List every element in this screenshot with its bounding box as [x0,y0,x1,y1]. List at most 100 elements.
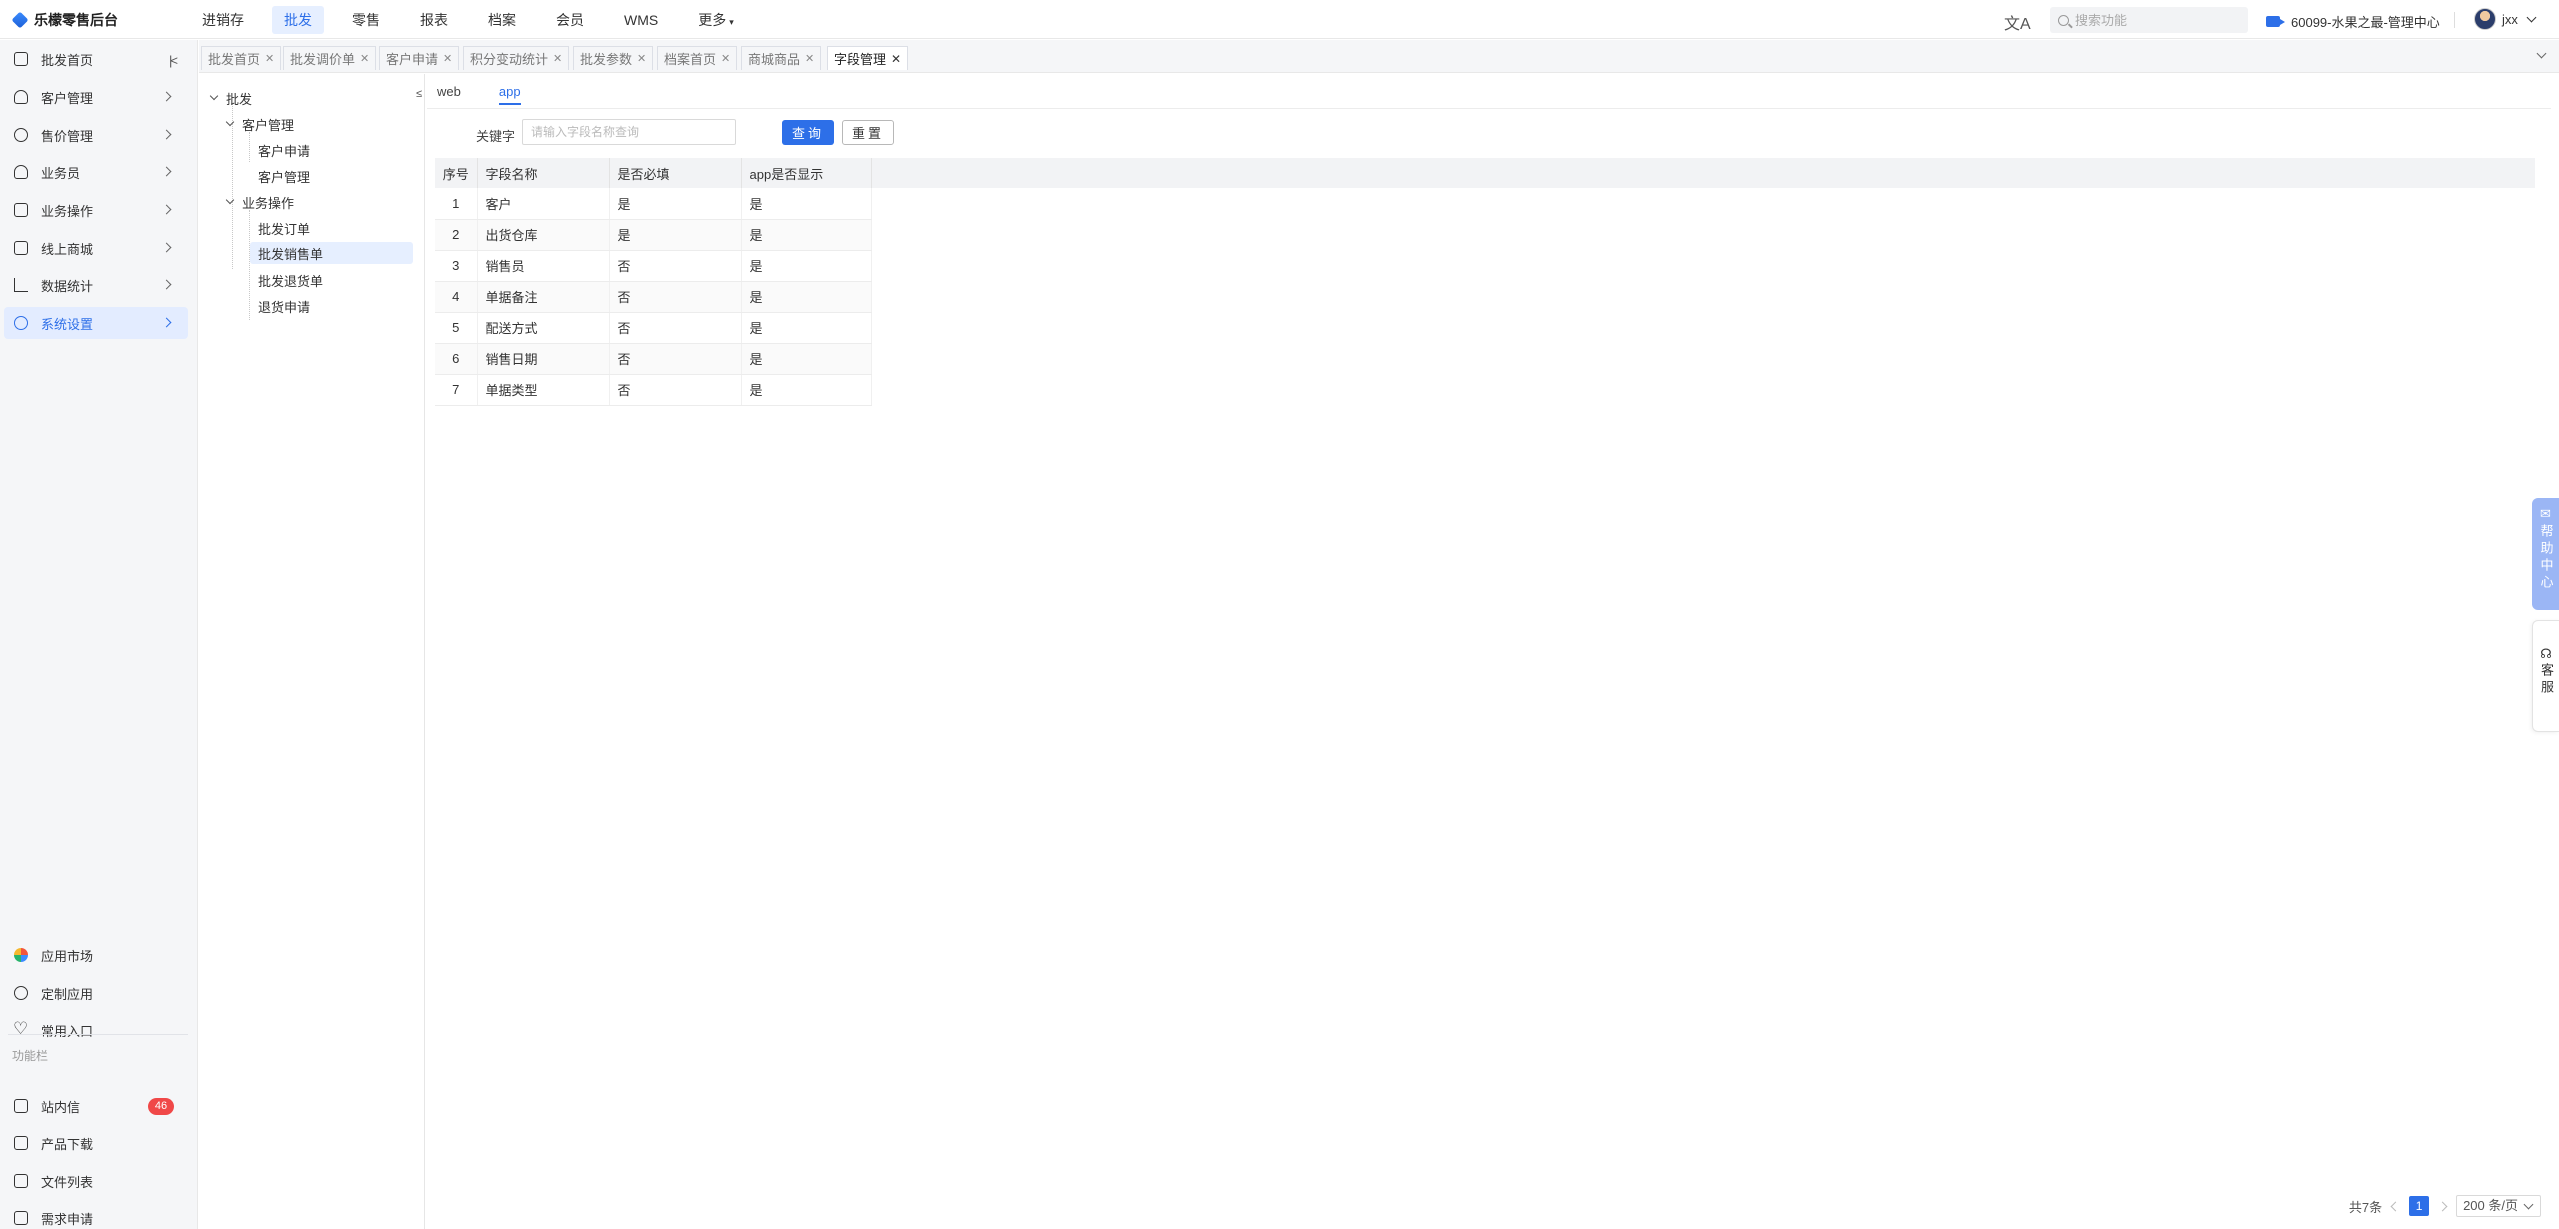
next-page-icon[interactable] [2437,1201,2448,1211]
topnav-item-more[interactable]: 更多 ▾ [686,6,746,34]
close-icon[interactable]: ✕ [265,52,274,65]
cell-required: 否 [609,343,742,375]
tab-field-management[interactable]: 字段管理 ✕ [827,46,909,70]
tree-node-business-ops[interactable]: 业务操作 [225,191,294,213]
table-row[interactable]: 6 销售日期 否 是 [435,343,872,375]
tree-node-wholesale-order[interactable]: 批发订单 [254,217,314,239]
table-row[interactable]: 4 单据备注 否 是 [435,281,872,313]
topnav-item-retail[interactable]: 零售 [340,6,392,34]
sidebar-item-favorites[interactable]: 常用入口 [4,1014,188,1046]
request-icon [14,1211,28,1225]
cell-app-visible: 是 [741,281,872,313]
tree-node-label: 批发销售单 [258,246,324,262]
tab-mall-goods[interactable]: 商城商品 ✕ [741,46,822,70]
app-logo[interactable]: 乐檬零售后台 [11,10,118,30]
sidebar-item-wholesale-home[interactable]: 批发首页 |< [4,43,188,75]
collapse-sidebar-icon[interactable]: |< [169,53,178,68]
sidebar-item-salesman[interactable]: 业务员 [4,156,188,188]
logo-mark-icon [11,11,29,29]
reset-button[interactable]: 重置 [842,120,894,145]
sidebar-item-operation[interactable]: 业务操作 [4,194,188,226]
chevron-right-icon [161,129,172,140]
tree-node-wholesale-sales[interactable]: 批发销售单 [250,242,413,264]
sidebar-item-file-list[interactable]: 文件列表 [4,1165,188,1197]
topnav-item-reports[interactable]: 报表 [408,6,460,34]
topnav-item-wholesale[interactable]: 批发 [272,5,324,34]
subtab-web[interactable]: web [437,84,461,105]
tree-node-customer-apply[interactable]: 客户申请 [254,139,314,161]
help-center-tab[interactable]: ✉ 帮助中心 [2532,498,2559,610]
topnav-item-inventory[interactable]: 进销存 [190,6,256,34]
table-row[interactable]: 3 销售员 否 是 [435,250,872,282]
topnav-item-wms[interactable]: WMS [612,8,670,32]
sidebar-item-settings[interactable]: 系统设置 [4,307,188,339]
topnav-item-archive[interactable]: 档案 [476,6,528,34]
prev-page-icon[interactable] [2390,1201,2401,1211]
tab-points-stat[interactable]: 积分变动统计 ✕ [463,46,570,70]
sidebar-item-price[interactable]: 售价管理 [4,119,188,151]
org-selector[interactable]: 60099-水果之最-管理中心 [2266,12,2440,31]
chevron-right-icon [161,91,172,102]
function-search[interactable] [2050,7,2248,33]
close-icon[interactable]: ✕ [805,52,814,65]
sidebar-item-messages[interactable]: 站内信 46 [4,1090,188,1122]
close-icon[interactable]: ✕ [443,52,452,65]
subtab-app[interactable]: app [498,84,521,105]
customer-service-label: 客服 [2539,663,2554,697]
page-number-current[interactable]: 1 [2409,1196,2430,1216]
customer-service-tab[interactable]: ☊ 客服 [2532,620,2559,732]
page-size-select[interactable]: 200 条/页 [2456,1195,2541,1217]
topnav-item-member[interactable]: 会员 [544,6,596,34]
tree-node-wholesale-return[interactable]: 批发退货单 [254,269,327,291]
sidebar-item-download[interactable]: 产品下载 [4,1127,188,1159]
table-row[interactable]: 2 出货仓库 是 是 [435,219,872,251]
function-search-input[interactable] [2075,12,2235,28]
cell-app-visible: 是 [741,374,872,406]
sidebar-item-customer[interactable]: 客户管理 [4,81,188,113]
close-icon[interactable]: ✕ [553,52,562,65]
sidebar-item-request[interactable]: 需求申请 [4,1202,188,1229]
tab-label: 批发参数 [580,52,633,67]
close-icon[interactable]: ✕ [360,52,369,65]
tree-node-customer-manage[interactable]: 客户管理 [254,165,314,187]
category-tree: ≤ 批发 客户管理 客户申请 客户管理 业务操作 批发订单 批发销售单 批发退货… [199,74,425,1229]
tree-node-return-apply[interactable]: 退货申请 [254,295,314,317]
function-section-title: 功能栏 [12,1049,49,1063]
cell-required: 否 [609,281,742,313]
tab-price-adjust[interactable]: 批发调价单 ✕ [283,46,377,70]
sidebar-item-label: 售价管理 [41,128,94,144]
close-icon[interactable]: ✕ [637,52,646,65]
tree-node-customer-mgmt[interactable]: 客户管理 [225,113,294,135]
help-center-label: 帮助中心 [2538,524,2554,592]
topnav-more-label: 更多 [698,11,727,28]
user-menu[interactable]: jxx [2474,8,2537,30]
top-nav: 进销存 批发 零售 报表 档案 会员 WMS 更多 ▾ [190,0,762,39]
table-row[interactable]: 1 客户 是 是 [435,188,872,220]
table-row[interactable]: 5 配送方式 否 是 [435,312,872,344]
cell-index: 5 [435,312,478,344]
subtabs-divider [427,108,2551,109]
tab-wholesale-params[interactable]: 批发参数 ✕ [573,46,654,70]
fold-tree-icon[interactable]: ≤ [416,88,422,100]
keyword-input[interactable] [522,119,736,145]
sidebar-item-store[interactable]: 线上商城 [4,232,188,264]
close-icon[interactable]: ✕ [721,52,730,65]
tab-label: 商城商品 [748,52,801,67]
close-icon[interactable]: ✕ [891,52,901,66]
user-icon [14,90,28,104]
translate-icon[interactable]: 文A [2004,10,2031,34]
app-title: 乐檬零售后台 [34,12,118,28]
tabs-dropdown-icon[interactable] [2536,48,2547,59]
sidebar-item-custom-app[interactable]: 定制应用 [4,977,188,1009]
sidebar-item-app-market[interactable]: 应用市场 [4,939,188,971]
table-header-row: 序号 字段名称 是否必填 app是否显示 [435,158,872,188]
sidebar-item-label: 需求申请 [41,1211,94,1227]
query-button[interactable]: 查询 [782,120,834,145]
tab-archive-home[interactable]: 档案首页 ✕ [657,46,738,70]
tree-node-root[interactable]: 批发 [209,87,252,109]
sidebar-item-statistics[interactable]: 数据统计 [4,269,188,301]
tab-customer-apply[interactable]: 客户申请 ✕ [379,46,460,70]
tab-wholesale-home[interactable]: 批发首页 ✕ [201,46,282,70]
total-count: 共7条 [2348,1199,2383,1215]
table-row[interactable]: 7 单据类型 否 是 [435,374,872,406]
